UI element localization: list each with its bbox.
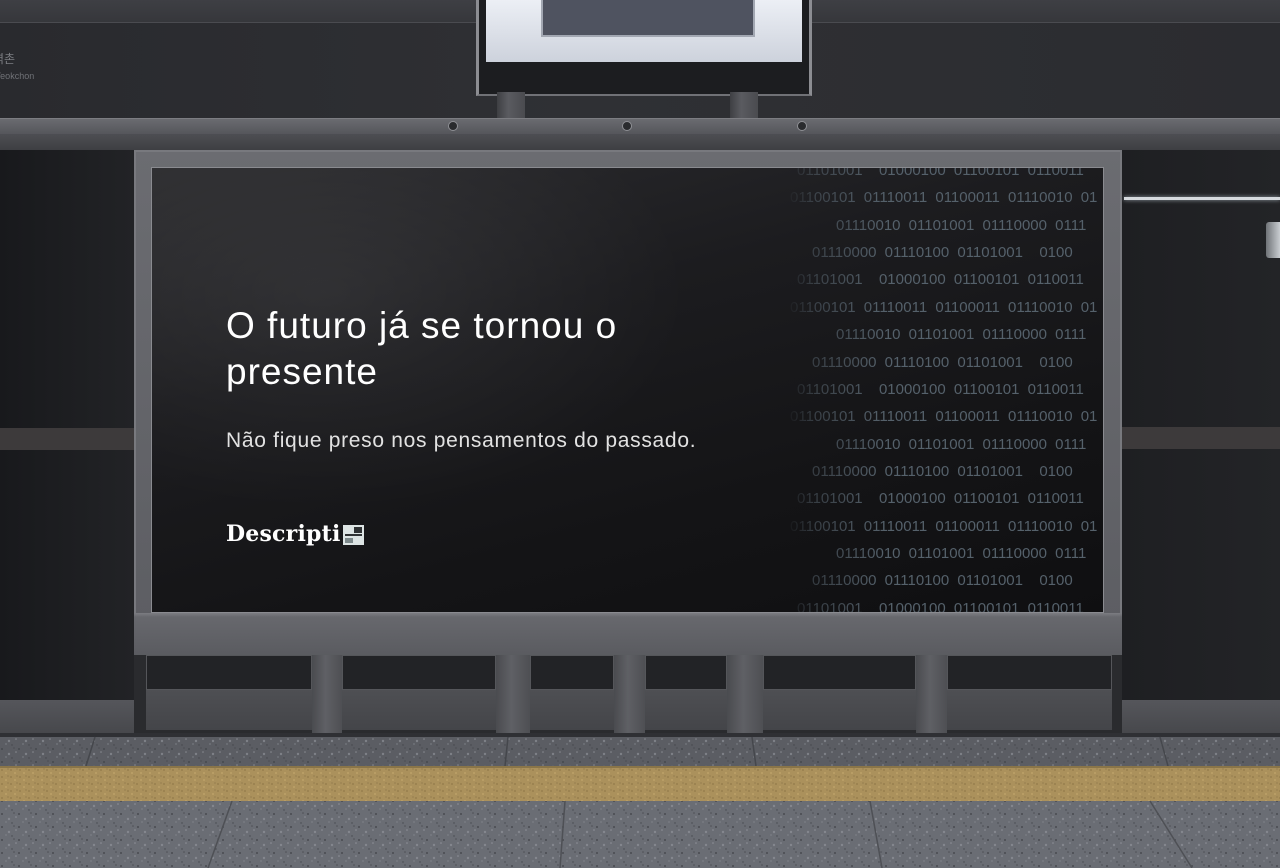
lower-post: [727, 655, 763, 735]
glass-band: [0, 428, 134, 450]
binary-row: 01100101 01110011 01100011 01110010 01: [790, 408, 1098, 426]
light-strip: [1124, 197, 1280, 200]
bolt-icon: [448, 121, 458, 131]
panel-slot: [342, 655, 496, 690]
binary-row: 01101001 01000100 01100101 0110011: [797, 168, 1084, 179]
panel-base: [645, 690, 727, 730]
binary-row: 01101001 01000100 01100101 0110011: [797, 380, 1084, 398]
billboard-screen: 01101001 01000100 01100101 0110011 011001…: [151, 167, 1104, 613]
lower-post: [312, 655, 342, 735]
billboard-bottom-ledge: [134, 613, 1122, 656]
lower-post: [916, 655, 947, 735]
brand-logo-icon: [342, 524, 364, 545]
wall-fixture: [1266, 222, 1280, 258]
ceiling-rail-upper: [0, 118, 1280, 134]
panel-slot: [146, 655, 312, 690]
panel-base: [530, 690, 614, 730]
lower-panel: [763, 655, 916, 730]
panel-slot: [947, 655, 1112, 690]
ceiling-rail-lower: [0, 134, 1280, 150]
ad-subheadline: Não fique preso nos pensamentos do passa…: [226, 429, 697, 452]
brand-logo: Descripti: [226, 521, 364, 547]
glass-band: [1122, 427, 1280, 449]
binary-row: 01100101 01110011 01100011 01110010 01: [790, 298, 1098, 316]
binary-row: 01110010 01101001 01110000 0111: [836, 326, 1087, 344]
lower-post: [614, 655, 645, 735]
lower-panel: [947, 655, 1112, 730]
binary-row: 01100101 01110011 01100011 01110010 01: [790, 189, 1098, 207]
brand-name: Descripti: [226, 521, 341, 547]
lower-panel: [342, 655, 496, 730]
panel-base: [342, 690, 496, 730]
lower-panel: [645, 655, 727, 730]
display-screen-slot: [541, 0, 755, 37]
hanging-info-display: [476, 0, 812, 96]
binary-row: 01110000 01110100 01101001 0100: [812, 244, 1073, 262]
baseboard-left: [0, 700, 134, 733]
bolt-icon: [797, 121, 807, 131]
ad-headline: O futuro já se tornou o presente: [226, 305, 618, 392]
panel-base: [763, 690, 916, 730]
binary-row: 01101001 01000100 01100101 0110011: [797, 490, 1084, 508]
binary-code-pattern: 01101001 01000100 01100101 0110011 011001…: [785, 168, 1103, 613]
station-name-english: Yeokchon: [0, 71, 35, 81]
station-name-korean: 역촌: [0, 52, 16, 66]
lower-post: [496, 655, 530, 735]
billboard-frame: 01101001 01000100 01100101 0110011 011001…: [134, 150, 1122, 656]
binary-row: 01101001 01000100 01100101 0110011: [797, 599, 1084, 613]
platform-door-glass-left: [0, 150, 134, 700]
baseboard-right: [1122, 700, 1280, 733]
floor-upper-tiles: [0, 733, 1280, 767]
lower-panel: [530, 655, 614, 730]
panel-slot: [645, 655, 727, 690]
platform-door-glass-right: [1122, 150, 1280, 700]
lower-panel: [146, 655, 312, 730]
binary-row: 01110000 01110100 01101001 0100: [812, 353, 1073, 371]
binary-row: 01110010 01101001 01110000 0111: [836, 544, 1087, 562]
display-light-panel: [486, 0, 802, 62]
binary-row: 01110000 01110100 01101001 0100: [812, 572, 1073, 590]
binary-row: 01110000 01110100 01101001 0100: [812, 462, 1073, 480]
panel-base: [146, 690, 312, 730]
panel-slot: [763, 655, 916, 690]
binary-row: 01101001 01000100 01100101 0110011: [797, 271, 1084, 289]
tactile-strip: [0, 766, 1280, 801]
floor-lower-tiles: [0, 800, 1280, 868]
binary-row: 01100101 01110011 01100011 01110010 01: [790, 517, 1098, 535]
binary-row: 01110010 01101001 01110000 0111: [836, 216, 1087, 234]
binary-row: 01110010 01101001 01110000 0111: [836, 435, 1087, 453]
subway-platform-scene: 역촌 Yeokchon 01101001 01000100 01100101 0…: [0, 0, 1280, 868]
bolt-icon: [622, 121, 632, 131]
panel-slot: [530, 655, 614, 690]
platform-floor: [0, 733, 1280, 868]
panel-base: [947, 690, 1112, 730]
